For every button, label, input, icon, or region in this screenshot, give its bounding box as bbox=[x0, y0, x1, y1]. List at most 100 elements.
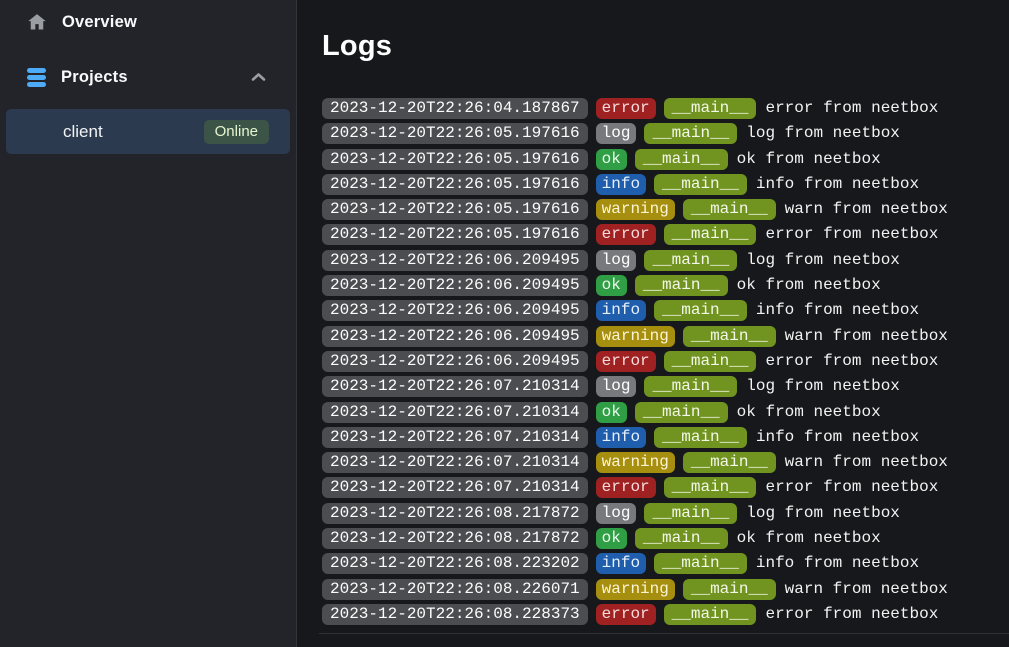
log-level-badge: log bbox=[596, 123, 637, 144]
log-message: info from neetbox bbox=[756, 300, 919, 321]
sidebar-item-client[interactable]: client Online bbox=[6, 109, 290, 154]
log-level-badge: ok bbox=[596, 149, 627, 170]
log-row: 2023-12-20T22:26:07.210314 log __main__ … bbox=[322, 376, 1009, 397]
log-module-badge: __main__ bbox=[654, 427, 747, 448]
log-level-badge: log bbox=[596, 376, 637, 397]
chevron-up-icon bbox=[250, 70, 267, 84]
log-timestamp: 2023-12-20T22:26:08.228373 bbox=[322, 604, 588, 625]
log-timestamp: 2023-12-20T22:26:07.210314 bbox=[322, 402, 588, 423]
log-message: log from neetbox bbox=[746, 503, 900, 524]
log-message: warn from neetbox bbox=[785, 579, 948, 600]
log-row: 2023-12-20T22:26:05.197616 warning __mai… bbox=[322, 199, 1009, 220]
log-module-badge: __main__ bbox=[644, 376, 737, 397]
log-module-badge: __main__ bbox=[644, 123, 737, 144]
log-row: 2023-12-20T22:26:06.209495 info __main__… bbox=[322, 300, 1009, 321]
sidebar-item-projects[interactable]: Projects bbox=[0, 62, 296, 92]
log-message: error from neetbox bbox=[765, 98, 938, 119]
log-module-badge: __main__ bbox=[644, 503, 737, 524]
log-level-badge: info bbox=[596, 174, 646, 195]
log-level-badge: info bbox=[596, 427, 646, 448]
log-timestamp: 2023-12-20T22:26:05.197616 bbox=[322, 174, 588, 195]
log-row: 2023-12-20T22:26:07.210314 error __main_… bbox=[322, 477, 1009, 498]
log-message: ok from neetbox bbox=[737, 275, 881, 296]
log-module-badge: __main__ bbox=[664, 477, 757, 498]
menu-bar bbox=[27, 75, 46, 80]
log-row: 2023-12-20T22:26:06.209495 log __main__ … bbox=[322, 250, 1009, 271]
log-timestamp: 2023-12-20T22:26:08.217872 bbox=[322, 503, 588, 524]
log-message: info from neetbox bbox=[756, 553, 919, 574]
log-level-badge: ok bbox=[596, 528, 627, 549]
sidebar-item-overview[interactable]: Overview bbox=[0, 7, 296, 37]
log-message: error from neetbox bbox=[765, 604, 938, 625]
log-timestamp: 2023-12-20T22:26:05.197616 bbox=[322, 199, 588, 220]
log-message: ok from neetbox bbox=[737, 528, 881, 549]
log-message: log from neetbox bbox=[746, 250, 900, 271]
log-row: 2023-12-20T22:26:05.197616 ok __main__ o… bbox=[322, 149, 1009, 170]
log-message: warn from neetbox bbox=[785, 452, 948, 473]
log-timestamp: 2023-12-20T22:26:05.197616 bbox=[322, 224, 588, 245]
log-row: 2023-12-20T22:26:06.209495 warning __mai… bbox=[322, 326, 1009, 347]
app-window: Overview Projects client Online Logs bbox=[0, 0, 1009, 647]
log-timestamp: 2023-12-20T22:26:07.210314 bbox=[322, 477, 588, 498]
menu-bar bbox=[27, 82, 46, 87]
log-timestamp: 2023-12-20T22:26:06.209495 bbox=[322, 351, 588, 372]
project-name: client bbox=[63, 122, 103, 142]
log-timestamp: 2023-12-20T22:26:06.209495 bbox=[322, 326, 588, 347]
log-module-badge: __main__ bbox=[635, 528, 728, 549]
log-timestamp: 2023-12-20T22:26:05.197616 bbox=[322, 149, 588, 170]
log-row: 2023-12-20T22:26:06.209495 ok __main__ o… bbox=[322, 275, 1009, 296]
status-badge: Online bbox=[204, 120, 269, 144]
log-level-badge: log bbox=[596, 250, 637, 271]
log-timestamp: 2023-12-20T22:26:08.226071 bbox=[322, 579, 588, 600]
log-module-badge: __main__ bbox=[664, 224, 757, 245]
log-module-badge: __main__ bbox=[683, 199, 776, 220]
log-row: 2023-12-20T22:26:08.228373 error __main_… bbox=[322, 604, 1009, 625]
log-message: log from neetbox bbox=[746, 123, 900, 144]
log-level-badge: warning bbox=[596, 326, 675, 347]
main-panel: Logs 2023-12-20T22:26:04.187867 error __… bbox=[297, 0, 1009, 647]
log-row: 2023-12-20T22:26:05.197616 error __main_… bbox=[322, 224, 1009, 245]
log-message: error from neetbox bbox=[765, 224, 938, 245]
menu-icon bbox=[27, 68, 46, 87]
log-module-badge: __main__ bbox=[654, 174, 747, 195]
log-row: 2023-12-20T22:26:05.197616 info __main__… bbox=[322, 174, 1009, 195]
log-level-badge: error bbox=[596, 477, 656, 498]
log-level-badge: warning bbox=[596, 452, 675, 473]
log-row: 2023-12-20T22:26:07.210314 info __main__… bbox=[322, 427, 1009, 448]
log-module-badge: __main__ bbox=[683, 326, 776, 347]
log-message: error from neetbox bbox=[765, 351, 938, 372]
log-module-badge: __main__ bbox=[683, 452, 776, 473]
log-message: log from neetbox bbox=[746, 376, 900, 397]
log-timestamp: 2023-12-20T22:26:06.209495 bbox=[322, 275, 588, 296]
log-message: ok from neetbox bbox=[737, 402, 881, 423]
log-timestamp: 2023-12-20T22:26:07.210314 bbox=[322, 452, 588, 473]
log-module-badge: __main__ bbox=[635, 275, 728, 296]
log-row: 2023-12-20T22:26:08.217872 ok __main__ o… bbox=[322, 528, 1009, 549]
sidebar: Overview Projects client Online bbox=[0, 0, 297, 647]
log-row: 2023-12-20T22:26:05.197616 log __main__ … bbox=[322, 123, 1009, 144]
log-timestamp: 2023-12-20T22:26:07.210314 bbox=[322, 427, 588, 448]
log-level-badge: error bbox=[596, 98, 656, 119]
log-message: info from neetbox bbox=[756, 427, 919, 448]
sidebar-item-label: Projects bbox=[61, 68, 128, 87]
log-row: 2023-12-20T22:26:06.209495 error __main_… bbox=[322, 351, 1009, 372]
log-message: warn from neetbox bbox=[785, 199, 948, 220]
log-level-badge: ok bbox=[596, 402, 627, 423]
log-module-badge: __main__ bbox=[683, 579, 776, 600]
log-timestamp: 2023-12-20T22:26:06.209495 bbox=[322, 250, 588, 271]
log-timestamp: 2023-12-20T22:26:08.217872 bbox=[322, 528, 588, 549]
log-module-badge: __main__ bbox=[644, 250, 737, 271]
log-timestamp: 2023-12-20T22:26:05.197616 bbox=[322, 123, 588, 144]
log-module-badge: __main__ bbox=[635, 402, 728, 423]
log-module-badge: __main__ bbox=[654, 300, 747, 321]
log-timestamp: 2023-12-20T22:26:04.187867 bbox=[322, 98, 588, 119]
log-row: 2023-12-20T22:26:08.223202 info __main__… bbox=[322, 553, 1009, 574]
log-message: warn from neetbox bbox=[785, 326, 948, 347]
log-level-badge: log bbox=[596, 503, 637, 524]
log-level-badge: ok bbox=[596, 275, 627, 296]
log-level-badge: warning bbox=[596, 199, 675, 220]
log-row: 2023-12-20T22:26:07.210314 warning __mai… bbox=[322, 452, 1009, 473]
log-list: 2023-12-20T22:26:04.187867 error __main_… bbox=[322, 98, 1009, 625]
log-timestamp: 2023-12-20T22:26:06.209495 bbox=[322, 300, 588, 321]
log-message: ok from neetbox bbox=[737, 149, 881, 170]
